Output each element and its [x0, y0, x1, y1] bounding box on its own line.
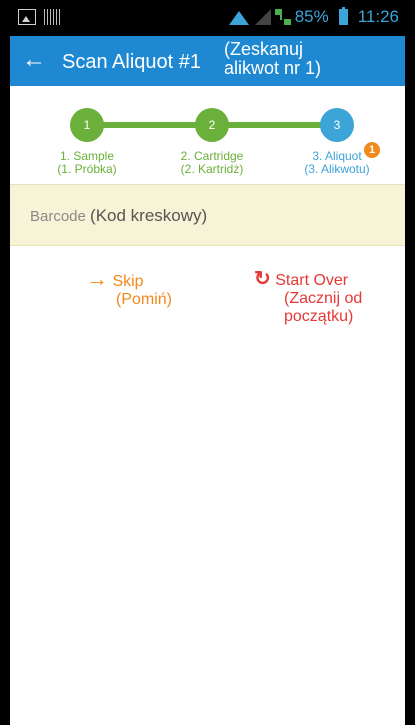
refresh-icon: ↻	[254, 268, 271, 290]
barcode-field[interactable]: Barcode (Kod kreskowy)	[10, 184, 405, 246]
progress-stepper: 1 2 3 1. Sample (1. Próbka) 2. Cartridge…	[10, 86, 405, 184]
battery-percent: 85%	[294, 7, 329, 26]
page-title: Scan Aliquot #1	[62, 51, 201, 73]
step-circle-3[interactable]: 3	[320, 108, 354, 142]
signal-icon	[253, 9, 271, 25]
wifi-icon	[228, 9, 249, 25]
app-bar: ← Scan Aliquot #1 (Zeskanuj alikwot nr 1…	[10, 36, 405, 86]
step-label-sample: 1. Sample (1. Próbka)	[57, 149, 117, 176]
stepper-connector	[212, 122, 337, 128]
start-over-label: Start Over	[275, 272, 349, 289]
arrow-right-icon: →	[86, 266, 108, 291]
start-over-translation-2: początku)	[284, 308, 354, 325]
battery-icon	[338, 7, 348, 25]
barcode-placeholder-translation: (Kod kreskowy)	[90, 206, 208, 225]
skip-button[interactable]: → Skip (Pomiń)	[86, 268, 173, 309]
stepper-connector	[87, 122, 212, 128]
skip-label: Skip	[112, 273, 144, 290]
phone-screen: 85% 11:26 ← Scan Aliquot #1 (Zeskanuj al…	[10, 0, 405, 725]
skip-translation: (Pomiń)	[116, 291, 173, 308]
status-bar: 85% 11:26	[10, 0, 405, 36]
step-circle-1[interactable]: 1	[70, 108, 104, 142]
image-icon	[18, 9, 36, 25]
barcode-placeholder: Barcode	[30, 208, 86, 225]
step-label-cartridge: 2. Cartridge (2. Kartridż)	[180, 149, 244, 176]
barcode-icon	[44, 9, 62, 25]
clock: 11:26	[357, 7, 399, 26]
start-over-translation-1: (Zacznij od	[284, 290, 363, 307]
notification-badge: 1	[364, 142, 380, 158]
page-title-translation: (Zeskanuj alikwot nr 1)	[224, 39, 322, 78]
back-arrow-icon[interactable]: ←	[22, 46, 46, 74]
network-icon	[274, 9, 291, 25]
start-over-button[interactable]: ↻ Start Over (Zacznij od początku)	[254, 268, 384, 326]
step-circle-2[interactable]: 2	[195, 108, 229, 142]
